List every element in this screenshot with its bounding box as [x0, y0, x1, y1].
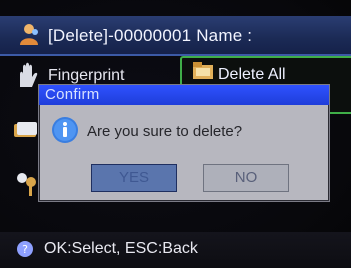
yes-button[interactable]: YES: [91, 164, 177, 192]
no-button[interactable]: NO: [203, 164, 289, 192]
svg-text:?: ?: [22, 243, 28, 256]
confirm-dialog: Confirm Are you sure to delete? YES NO: [38, 84, 330, 202]
folder-icon: [193, 62, 213, 79]
page-title: [Delete]-00000001 Name :: [48, 26, 253, 45]
card-icon: [14, 122, 37, 137]
dialog-message: Are you sure to delete?: [87, 123, 243, 140]
help-icon: ?: [17, 241, 33, 257]
menu-item-fingerprint[interactable]: Fingerprint: [48, 67, 124, 85]
footer-hint: OK:Select, ESC:Back: [44, 240, 198, 257]
key-icon: [17, 173, 36, 196]
dialog-title-bar: Confirm: [39, 85, 329, 105]
info-icon: [52, 117, 78, 143]
dialog-title: Confirm: [45, 86, 100, 103]
delete-all-label: Delete All: [218, 66, 286, 83]
user-icon: [20, 24, 38, 45]
